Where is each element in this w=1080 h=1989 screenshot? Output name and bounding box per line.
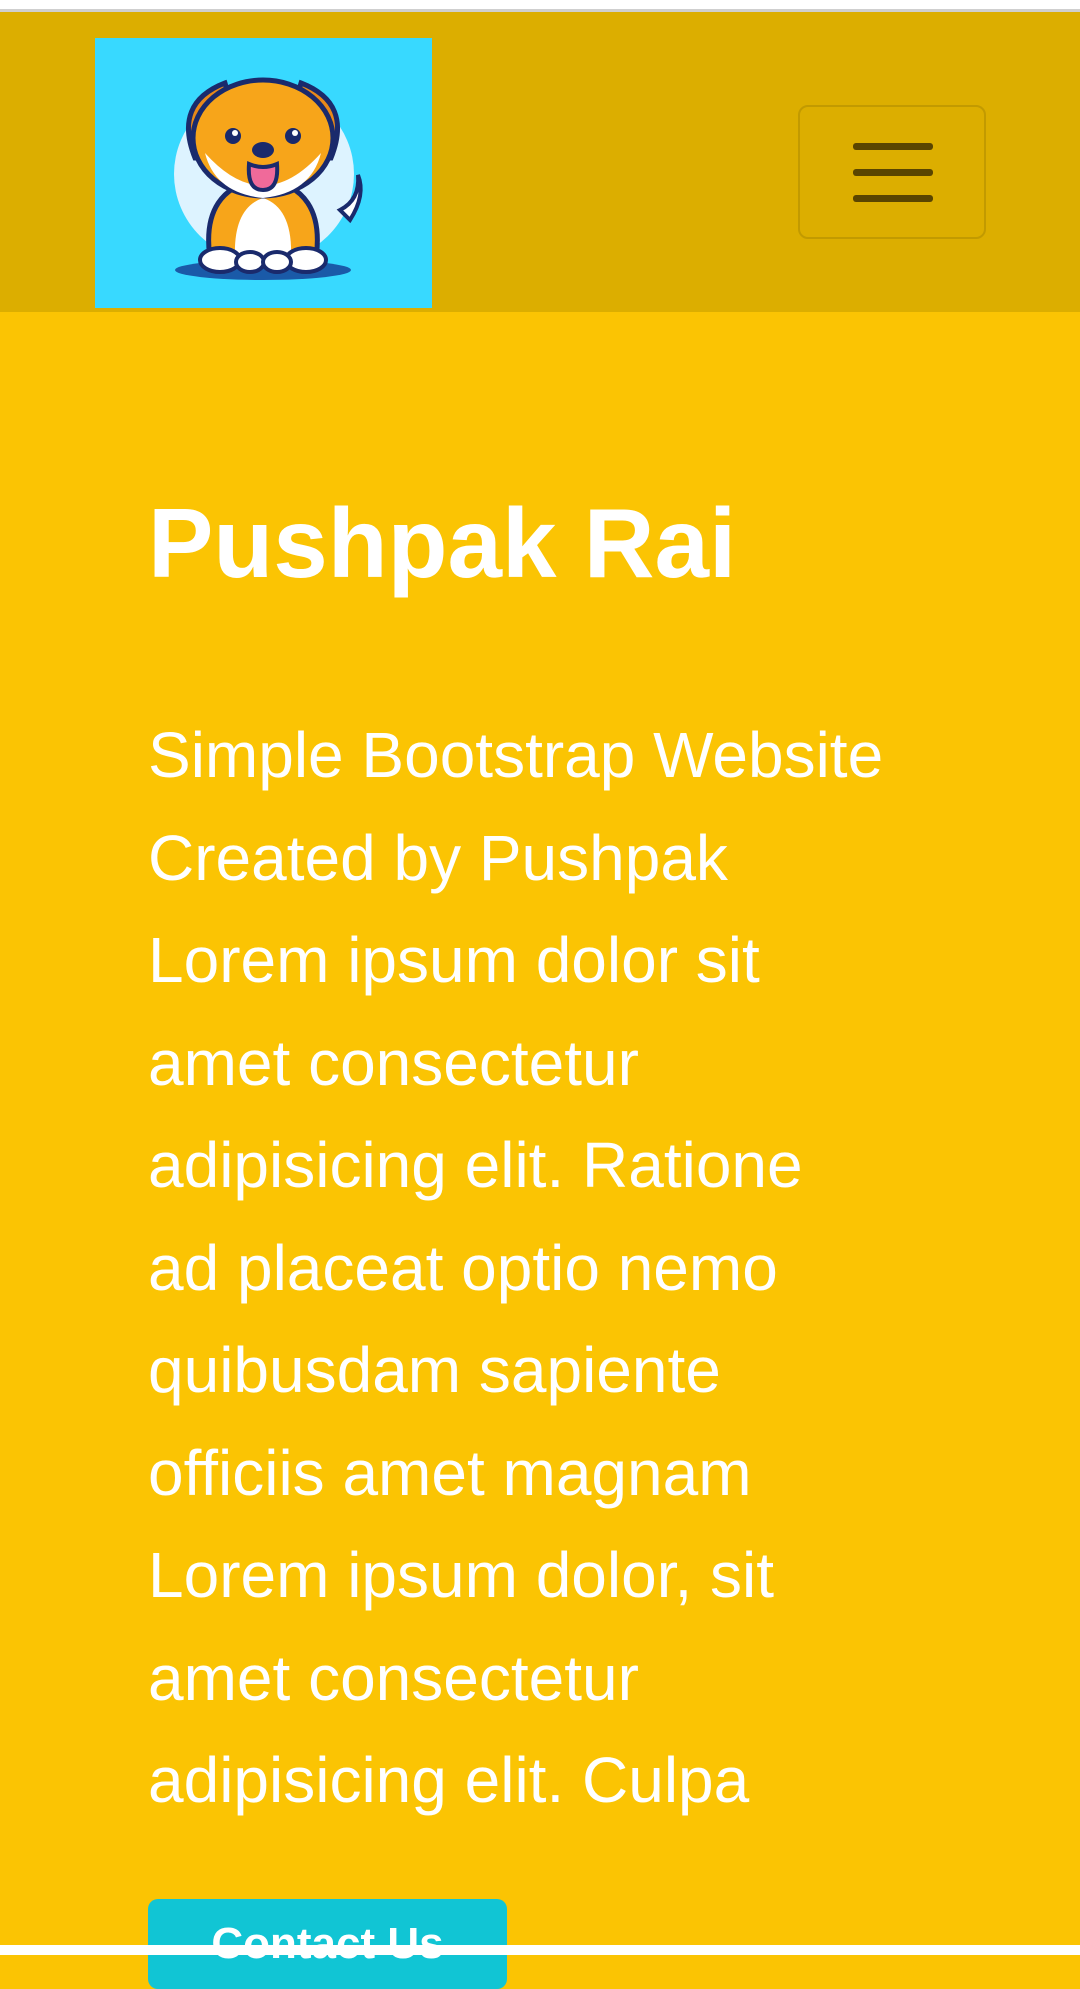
hero-line: adipisicing elit. Ratione <box>148 1129 803 1201</box>
hero-line: Lorem ipsum dolor, sit <box>148 1539 775 1611</box>
top-edge <box>0 0 1080 12</box>
brand-logo[interactable] <box>95 38 432 308</box>
hero-line: adipisicing elit. Culpa <box>148 1744 750 1816</box>
hero-line: amet consectetur <box>148 1641 639 1714</box>
hero-line: quibusdam sapiente <box>148 1334 721 1406</box>
hero-description: Simple Bootstrap Website Created by Push… <box>148 704 948 1832</box>
hero-line: Created by Pushpak <box>148 821 728 894</box>
dog-logo-icon <box>174 77 363 280</box>
hero-line: amet consectetur <box>148 1026 639 1099</box>
bottom-edge <box>0 1945 1080 1955</box>
navbar-toggler-button[interactable] <box>798 105 986 239</box>
hero-line: officiis amet magnam <box>148 1436 752 1509</box>
hero-line: Lorem ipsum dolor sit <box>148 924 760 996</box>
contact-us-button[interactable]: Contact Us <box>148 1899 507 1989</box>
hero-line: ad placeat optio nemo <box>148 1231 778 1304</box>
hero-title: Pushpak Rai <box>148 488 737 598</box>
hero-line: Simple Bootstrap Website <box>148 719 884 791</box>
navbar <box>0 12 1080 312</box>
